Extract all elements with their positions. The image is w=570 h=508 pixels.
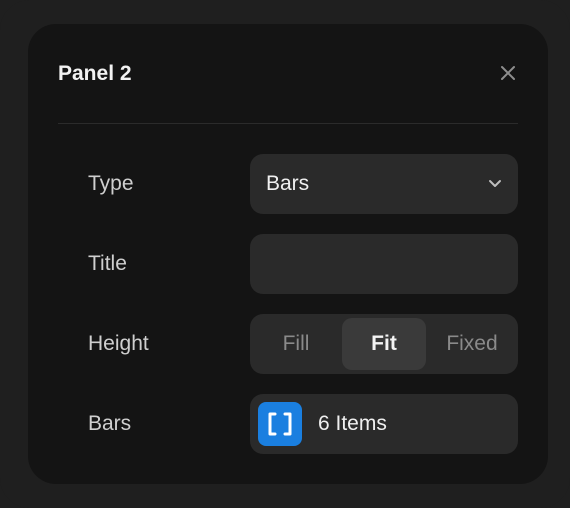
type-label: Type [88, 172, 134, 195]
type-select[interactable]: Bars [250, 154, 518, 214]
close-icon [501, 66, 515, 80]
bars-items-count: 6 Items [318, 412, 387, 435]
panel-header: Panel 2 [58, 24, 518, 124]
height-label: Height [88, 332, 149, 355]
settings-panel: Panel 2 Type Bars Title Height Fill Fit … [28, 24, 548, 484]
height-option-fit[interactable]: Fit [342, 318, 426, 370]
window-frame: Panel 2 Type Bars Title Height Fill Fit … [0, 0, 570, 508]
height-option-fill[interactable]: Fill [254, 318, 338, 370]
title-label: Title [88, 252, 127, 275]
height-segmented-control[interactable]: Fill Fit Fixed [250, 314, 518, 374]
bars-label: Bars [88, 412, 132, 435]
panel-title: Panel 2 [58, 62, 132, 85]
close-button[interactable] [498, 63, 518, 83]
array-brackets-icon [258, 402, 302, 446]
bars-items-field[interactable]: 6 Items [250, 394, 518, 454]
height-option-fixed[interactable]: Fixed [430, 318, 514, 370]
title-input[interactable] [250, 234, 518, 294]
type-select-value: Bars [266, 172, 310, 195]
chevron-down-icon [489, 180, 501, 187]
